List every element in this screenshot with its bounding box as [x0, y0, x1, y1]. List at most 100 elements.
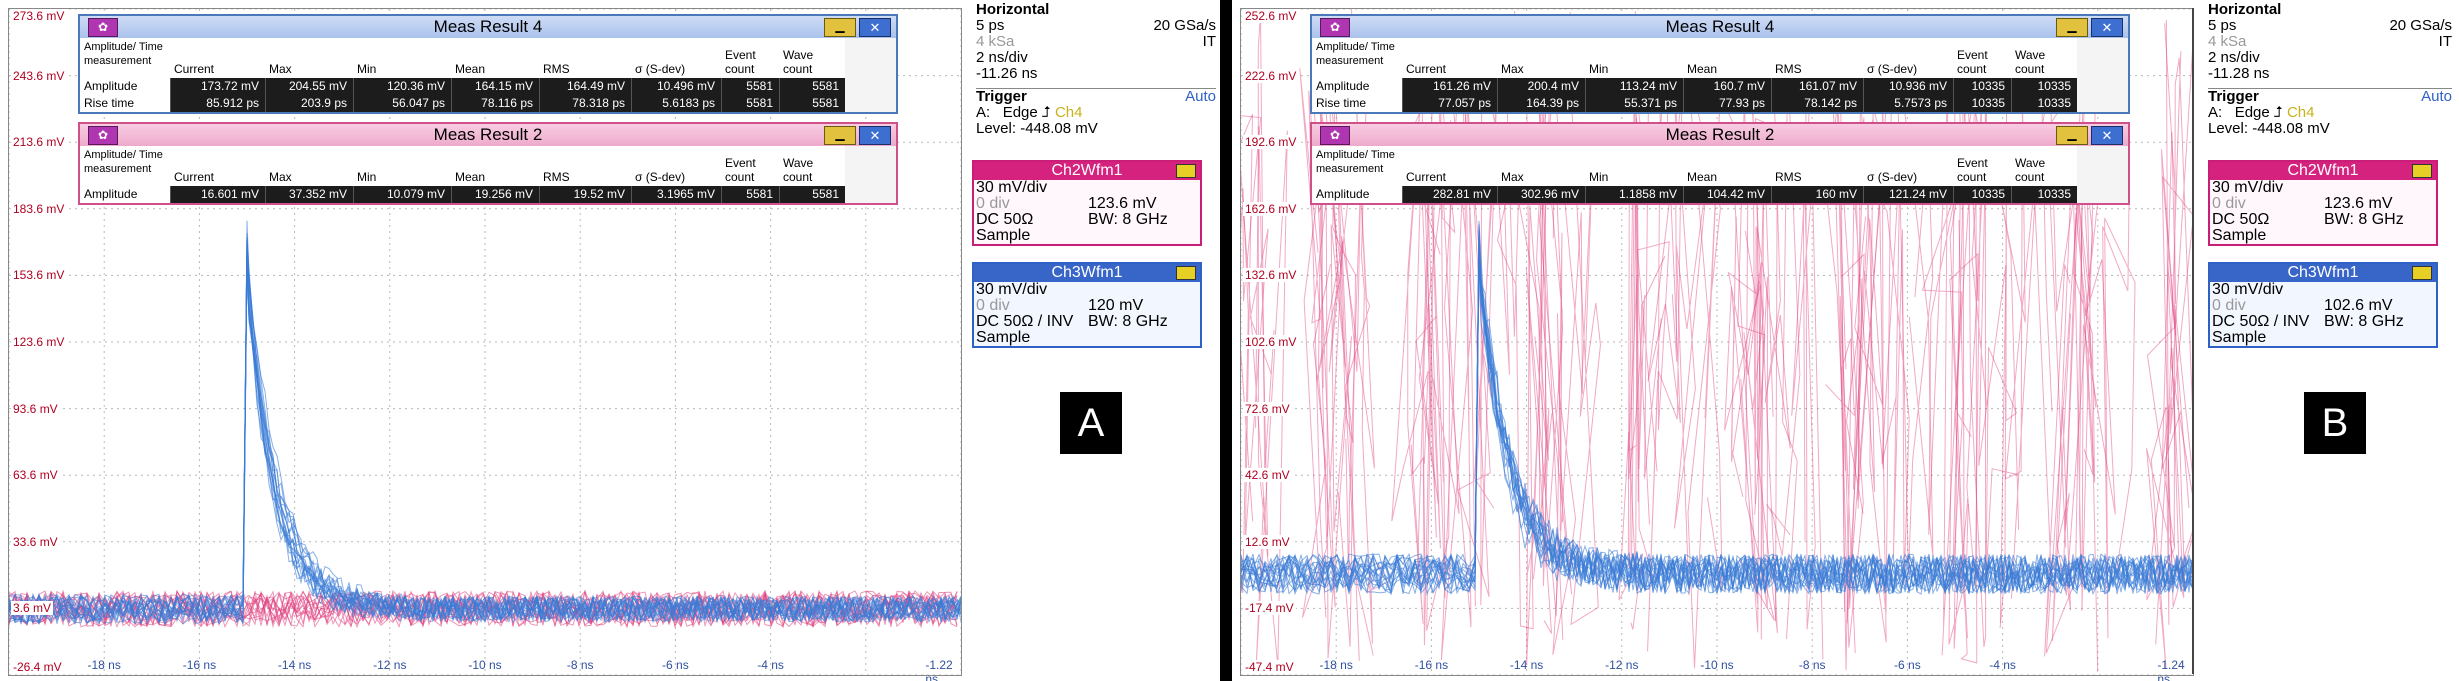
- ch3-trace: [9, 246, 961, 624]
- ch2-title: Ch2Wfm1: [1051, 162, 1123, 179]
- table-cell: 10.079 mV: [353, 186, 451, 203]
- table-header: Event count: [721, 38, 779, 78]
- meas-result-2-title: Meas Result 2: [1665, 125, 1775, 144]
- channel-menu-icon[interactable]: [1176, 164, 1196, 178]
- ch2-info-box[interactable]: Ch2Wfm1 30 mV/div 0 div 123.6 mV DC 50Ω BW…: [2208, 160, 2438, 246]
- ch3-trace: [9, 242, 961, 624]
- side-info-a: Horizontal 5 ps 20 GSa/s 4 kSa IT 2 ns/div…: [972, 0, 1220, 681]
- horizontal-scale: 5 ps: [976, 17, 1005, 34]
- channel-menu-icon[interactable]: [2412, 164, 2432, 178]
- channel-menu-icon[interactable]: [1176, 266, 1196, 280]
- x-tick-label: -1.24 ns: [2157, 658, 2185, 681]
- minimize-button[interactable]: ▁: [824, 126, 856, 145]
- ch2-scale: 30 mV/div: [2212, 179, 2284, 196]
- table-cell: 10335: [2011, 95, 2077, 112]
- ch3-scale: 30 mV/div: [976, 281, 1048, 298]
- table-cell: 10335: [2011, 186, 2077, 203]
- row-label: Amplitude: [1312, 78, 1402, 95]
- record-length: 4 kSa: [2208, 33, 2247, 50]
- horizontal-scale: 5 ps: [2208, 17, 2237, 34]
- gear-icon[interactable]: ✿: [88, 126, 118, 145]
- time-per-div: 2 ns/div: [976, 49, 1028, 66]
- y-tick-label: 123.6 mV: [11, 335, 67, 349]
- ch3-coupling: DC 50Ω / INV: [976, 313, 1074, 330]
- gear-icon[interactable]: ✿: [1320, 18, 1350, 37]
- meas-result-4-window: ✿ Meas Result 4 ▁ ✕ Amplitude/ Time meas…: [78, 14, 898, 114]
- table-header: RMS: [539, 38, 631, 78]
- y-tick-label: 243.6 mV: [11, 68, 67, 83]
- time-per-div: 2 ns/div: [2208, 49, 2260, 66]
- gear-icon[interactable]: ✿: [1320, 126, 1350, 145]
- table-cell: 113.24 mV: [1585, 78, 1683, 95]
- table-header: Current: [1402, 38, 1497, 78]
- table-cell: 104.42 mV: [1683, 186, 1771, 203]
- table-cell: 5581: [779, 78, 845, 95]
- y-tick-label: 93.6 mV: [11, 401, 60, 416]
- table-header: Mean: [1683, 146, 1771, 186]
- close-icon[interactable]: ✕: [859, 126, 891, 145]
- minimize-button[interactable]: ▁: [2056, 18, 2088, 37]
- trigger-level: Level: -448.08 mV: [2208, 120, 2330, 137]
- table-cell: 302.96 mV: [1497, 186, 1585, 203]
- trigger-box[interactable]: Trigger Auto A: Edge ⮥ Ch4 Level: -448.08…: [2208, 88, 2452, 137]
- x-tick-label: -14 ns: [1509, 658, 1544, 672]
- trigger-type: Edge: [1002, 104, 1038, 121]
- table-cell: 120.36 mV: [353, 78, 451, 95]
- table-cell: 5.6183 ps: [631, 95, 721, 112]
- table-cell: 1.1858 mV: [1585, 186, 1683, 203]
- y-tick-label: 252.6 mV: [1243, 9, 1299, 23]
- table-cell: 203.9 ps: [265, 95, 353, 112]
- table-header: Event count: [1953, 38, 2011, 78]
- ch2-value: 123.6 mV: [2324, 195, 2393, 212]
- close-icon[interactable]: ✕: [2091, 126, 2123, 145]
- sample-rate: 20 GSa/s: [2389, 17, 2452, 34]
- rising-edge-icon: ⮥: [1041, 104, 1051, 121]
- table-cell: 5581: [721, 78, 779, 95]
- meas-result-4-table: Amplitude/ Time measurement Current Max …: [80, 38, 896, 112]
- table-cell: 19.256 mV: [451, 186, 539, 203]
- meas-result-4-table: Amplitude/ Time measurement Current Max …: [1312, 38, 2128, 112]
- x-tick-label: -16 ns: [1414, 658, 1449, 672]
- x-tick-label: -10 ns: [468, 658, 502, 672]
- x-tick-label: -18 ns: [87, 658, 121, 672]
- ch2-info-box[interactable]: Ch2Wfm1 30 mV/div 0 div 123.6 mV DC 50Ω BW…: [972, 160, 1202, 246]
- table-cell: 160 mV: [1771, 186, 1863, 203]
- table-header: Mean: [451, 146, 539, 186]
- ch2-value: 123.6 mV: [1088, 195, 1157, 212]
- minimize-button[interactable]: ▁: [2056, 126, 2088, 145]
- table-header: Amplitude/ Time measurement: [80, 146, 170, 186]
- table-cell: 164.49 mV: [539, 78, 631, 95]
- gear-icon[interactable]: ✿: [88, 18, 118, 37]
- ch2-offset: 0 div: [2212, 195, 2246, 212]
- ch2-coupling: DC 50Ω: [976, 211, 1034, 228]
- trigger-box[interactable]: Trigger Auto A: Edge ⮥ Ch4 Level: -448.08…: [976, 88, 1216, 137]
- table-cell: 121.24 mV: [1863, 186, 1953, 203]
- ch2-offset: 0 div: [976, 195, 1010, 212]
- meas-result-2-table: Amplitude/ Time measurement Current Max …: [80, 146, 896, 203]
- table-header: Wave count: [2011, 38, 2077, 78]
- ch2-acq: Sample: [976, 227, 1031, 244]
- x-tick-label: -8 ns: [566, 658, 594, 672]
- table-cell: 164.39 ps: [1497, 95, 1585, 112]
- y-tick-label: 213.6 mV: [11, 135, 67, 150]
- table-header: Amplitude/ Time measurement: [80, 38, 170, 78]
- table-cell: 5581: [779, 186, 845, 203]
- ch2-bandwidth: BW: 8 GHz: [2324, 211, 2404, 228]
- ch3-info-box[interactable]: Ch3Wfm1 30 mV/div 0 div 102.6 mV DC 50Ω /…: [2208, 262, 2438, 348]
- close-icon[interactable]: ✕: [859, 18, 891, 37]
- table-cell: 78.116 ps: [451, 95, 539, 112]
- table-cell: 173.72 mV: [170, 78, 265, 95]
- channel-menu-icon[interactable]: [2412, 266, 2432, 280]
- ch3-scale: 30 mV/div: [2212, 281, 2284, 298]
- horizontal-title: Horizontal: [2208, 1, 2282, 18]
- table-header: Event count: [1953, 146, 2011, 186]
- ch3-info-box[interactable]: Ch3Wfm1 30 mV/div 0 div 120 mV DC 50Ω / I…: [972, 262, 1202, 348]
- close-icon[interactable]: ✕: [2091, 18, 2123, 37]
- horizontal-position: -11.28 ns: [2208, 65, 2270, 82]
- trigger-title: Trigger: [2208, 88, 2259, 105]
- trigger-source-label: A:: [2208, 104, 2223, 121]
- rising-edge-icon: ⮥: [2273, 104, 2283, 121]
- row-label: Rise time: [1312, 95, 1402, 112]
- ch3-trace: [9, 244, 961, 625]
- minimize-button[interactable]: ▁: [824, 18, 856, 37]
